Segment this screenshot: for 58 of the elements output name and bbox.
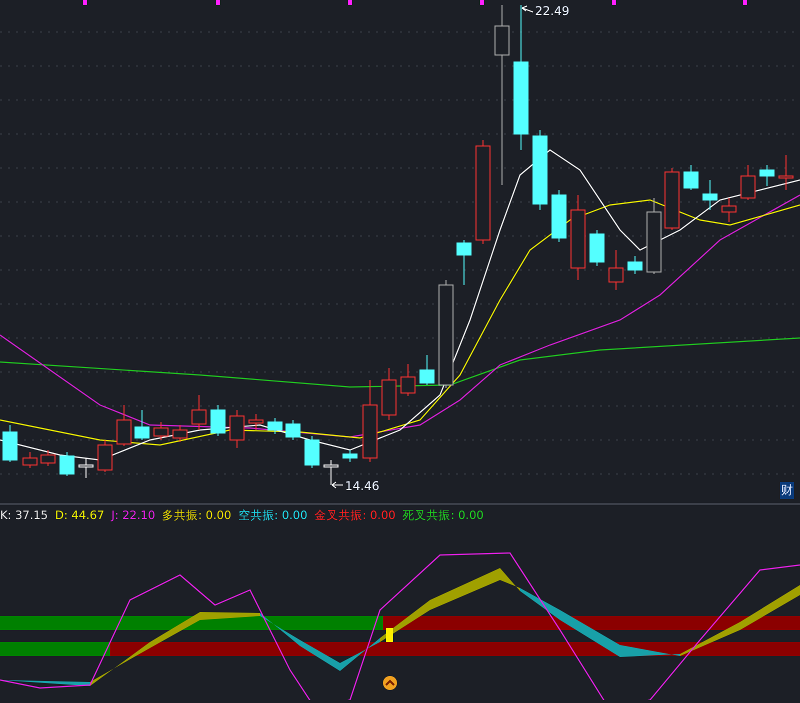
candlestick: [664, 168, 680, 230]
candlestick: [268, 418, 282, 434]
kd-ribbon-segment: [300, 640, 340, 671]
candlestick: [552, 190, 566, 242]
buy-signal-icon: [383, 676, 397, 690]
indicator-legend-item: K: 37.15: [0, 508, 48, 523]
candlestick: [590, 230, 604, 266]
low-marker-arrow: [332, 482, 344, 488]
candlestick: [210, 404, 226, 436]
candlestick: [324, 460, 338, 486]
indicator-legend-item: D: 44.67: [55, 508, 104, 523]
candlestick: [684, 164, 698, 190]
high-price-label: 22.49: [535, 4, 570, 18]
time-tick-icon: [348, 0, 352, 5]
kd-ribbon-segment: [340, 638, 380, 671]
time-tick-icon: [480, 0, 484, 5]
candlestick: [134, 410, 150, 440]
candlestick: [172, 424, 188, 442]
candlestick: [78, 458, 94, 478]
finance-tag[interactable]: 财: [780, 482, 794, 499]
candlestick: [248, 414, 264, 430]
high-marker-arrow: [522, 6, 534, 12]
candlestick: [192, 394, 206, 430]
kd-ribbon-segment: [740, 585, 800, 630]
indicator-legend-item: 空共振: 0.00: [238, 508, 308, 523]
candlestick: [286, 420, 300, 440]
candlestick: [98, 440, 112, 472]
time-tick-icon: [612, 0, 616, 5]
candlestick: [400, 364, 416, 396]
indicator-legend-item: J: 22.10: [111, 508, 156, 523]
time-tick-icon: [216, 0, 220, 5]
low-price-label: 14.46: [345, 479, 380, 493]
candlestick: [420, 354, 434, 386]
kd-ribbon-segment: [380, 600, 430, 642]
time-tick-icon: [743, 0, 747, 5]
candlestick: [116, 404, 132, 446]
indicator-legend-item: 金叉共振: 0.00: [314, 508, 396, 523]
indicator-legend-item: 多共振: 0.00: [162, 508, 232, 523]
candlestick: [608, 250, 624, 290]
candlestick: [60, 452, 74, 476]
candlestick: [40, 450, 56, 466]
candlestick: [2, 424, 18, 462]
candlestick: [154, 422, 168, 440]
candlestick: [778, 154, 794, 190]
candlestick: [382, 368, 396, 420]
candlestick: [304, 436, 320, 468]
candlestick: [342, 450, 358, 462]
signal-marker: [386, 628, 393, 642]
candlestick: [760, 164, 774, 186]
indicator-legend-item: 死叉共振: 0.00: [402, 508, 484, 523]
candlestick: [702, 180, 718, 210]
candlestick: [628, 256, 642, 274]
time-tick-icon: [83, 0, 87, 5]
candlestick: [22, 452, 38, 468]
candlestick: [230, 410, 244, 448]
candlestick: [722, 198, 736, 222]
candlestick: [456, 240, 472, 286]
candlestick: [740, 164, 756, 200]
